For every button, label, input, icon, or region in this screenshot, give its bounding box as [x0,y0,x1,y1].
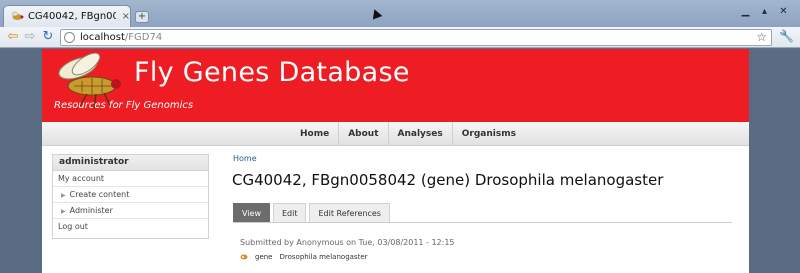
breadcrumb[interactable]: Home [233,154,742,163]
url-text: localhost/FGD74 [80,32,162,43]
browser-tab[interactable]: CG40042, FBgn0058... × [3,5,131,27]
star-icon[interactable]: ☆ [756,30,767,44]
url-host: localhost [80,32,125,43]
expand-arrow-icon: ▶ [61,192,66,199]
primary-nav: Home About Analyses Organisms [42,122,749,146]
tab-close-icon[interactable]: × [122,11,130,22]
wrench-icon[interactable]: 🔧 [779,29,794,43]
address-bar[interactable]: localhost/FGD74 ☆ [60,29,772,46]
block-title: administrator [53,155,208,171]
tab-edit-references[interactable]: Edit References [309,203,390,222]
site-header: Fly Genes Database Resources for Fly Gen… [42,49,749,122]
page-background-left [0,49,42,273]
fly-favicon-icon [11,11,24,20]
menu-item-label: Create content [69,190,130,199]
term-link-organism[interactable]: Drosophila melanogaster [280,253,368,261]
nav-item-organisms[interactable]: Organisms [451,122,525,146]
page-background-right [749,49,800,273]
tag-icon [240,254,248,260]
menu-item-administer[interactable]: ▶ Administer [53,203,208,219]
menu-item-log-out[interactable]: Log out [53,219,208,235]
site-slogan: Resources for Fly Genomics [54,100,194,111]
tab-edit[interactable]: Edit [272,203,307,222]
browser-titlebar: CG40042, FBgn0058... × + ▁ ▴ ✕ [0,0,800,27]
new-tab-button[interactable]: + [135,11,149,23]
maximize-icon[interactable]: ▴ [757,4,772,19]
forward-icon[interactable]: ⇨ [22,29,38,45]
mouse-cursor-icon [369,7,383,20]
page-title: CG40042, FBgn0058042 (gene) Drosophila m… [232,171,664,189]
tab-title: CG40042, FBgn0058... [27,11,116,22]
menu-item-create-content[interactable]: ▶ Create content [53,187,208,203]
url-path: /FGD74 [124,32,163,43]
term-link-gene[interactable]: gene [255,253,273,261]
menu-item-label: Administer [69,206,113,215]
menu-item-label: Log out [58,222,88,231]
web-page: Fly Genes Database Resources for Fly Gen… [42,49,749,273]
menu-item-my-account[interactable]: My account [53,171,208,187]
reload-icon[interactable]: ↻ [40,29,56,45]
back-icon[interactable]: ⇦ [5,29,21,45]
submitted-info: Submitted by Anonymous on Tue, 03/08/201… [240,238,455,247]
nav-item-home[interactable]: Home [291,122,338,146]
globe-icon [64,32,75,43]
taxonomy-terms: gene Drosophila melanogaster [240,253,375,261]
nav-item-analyses[interactable]: Analyses [387,122,452,146]
user-menu-block: administrator My account ▶ Create content… [52,154,209,239]
nav-item-about[interactable]: About [338,122,387,146]
minimize-icon[interactable]: ▁ [738,4,753,19]
expand-arrow-icon: ▶ [61,208,66,215]
site-name[interactable]: Fly Genes Database [134,57,410,88]
tab-view[interactable]: View [233,203,270,222]
close-window-icon[interactable]: ✕ [776,4,791,19]
browser-toolbar: ⇦ ⇨ ↻ localhost/FGD74 ☆ [0,27,800,48]
main-content: Home CG40042, FBgn0058042 (gene) Drosoph… [232,154,742,261]
content-tabs: View Edit Edit References [233,203,732,223]
menu-item-label: My account [58,174,105,183]
